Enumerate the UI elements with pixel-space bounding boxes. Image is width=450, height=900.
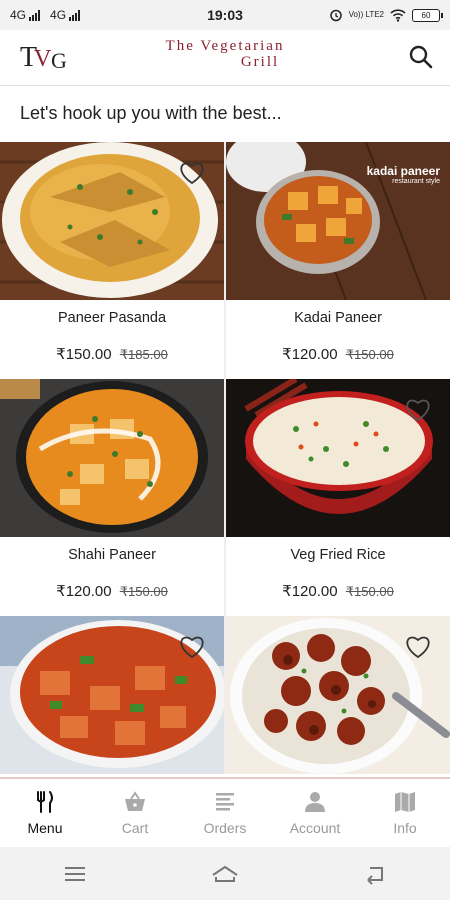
image-label: kadai paneer xyxy=(366,164,440,178)
item-price: ₹150.00 xyxy=(56,346,112,363)
item-price: ₹120.00 xyxy=(282,346,338,363)
battery-icon: 60 xyxy=(412,8,443,22)
item-prices: ₹150.00 ₹185.00 xyxy=(0,345,224,363)
map-icon xyxy=(395,792,415,812)
item-old-price: ₹185.00 xyxy=(119,347,168,362)
item-name: Kadai Paneer xyxy=(294,310,382,326)
food-image xyxy=(0,616,224,774)
clock: 19:03 xyxy=(207,7,243,23)
nav-label: Account xyxy=(289,820,341,836)
heart-icon[interactable] xyxy=(178,160,206,186)
brand-name: The Vegetarian Grill xyxy=(166,38,285,70)
home-icon[interactable] xyxy=(212,863,238,885)
search-icon[interactable] xyxy=(408,44,434,70)
food-image xyxy=(226,616,450,774)
item-old-price: ₹150.00 xyxy=(119,584,168,599)
menu-card[interactable]: Shahi Paneer ₹120.00 ₹150.00 xyxy=(0,379,224,615)
brand-line-1: The Vegetarian xyxy=(165,38,285,54)
food-image xyxy=(226,379,450,537)
logo-icon: T V G xyxy=(20,42,67,73)
item-name: Shahi Paneer xyxy=(68,547,156,563)
svg-text:V: V xyxy=(34,46,52,72)
volte-label: Vo)) LTE2 xyxy=(348,10,384,19)
item-prices: ₹120.00 ₹150.00 xyxy=(226,582,450,600)
food-image xyxy=(0,379,224,537)
network-label-2: 4G xyxy=(50,8,67,22)
item-price: ₹120.00 xyxy=(56,583,112,600)
menu-card[interactable]: Paneer Pasanda ₹150.00 ₹185.00 xyxy=(0,142,224,378)
nav-orders[interactable]: Orders xyxy=(180,779,270,847)
signal-1: 4G xyxy=(10,8,41,22)
basket-icon xyxy=(125,791,145,811)
image-sublabel: restaurant style xyxy=(392,178,440,185)
back-icon[interactable] xyxy=(362,863,388,885)
item-name: Paneer Pasanda xyxy=(57,310,167,326)
item-old-price: ₹150.00 xyxy=(345,347,394,362)
signal-bars-icon xyxy=(69,9,81,21)
signal-2: 4G xyxy=(50,8,81,22)
nav-label: Orders xyxy=(203,820,247,836)
item-price: ₹120.00 xyxy=(282,583,338,600)
menu-card[interactable]: Veg Fried Rice ₹120.00 ₹150.00 xyxy=(226,379,450,615)
alarm-icon xyxy=(329,9,342,22)
nav-menu[interactable]: Menu xyxy=(0,779,90,847)
nav-label: Info xyxy=(393,820,417,836)
section-heading: Let's hook up you with the best... xyxy=(20,103,282,123)
item-old-price: ₹150.00 xyxy=(345,584,394,599)
heart-icon[interactable] xyxy=(404,397,432,423)
nav-account[interactable]: Account xyxy=(270,779,360,847)
heart-icon[interactable] xyxy=(404,634,432,660)
system-nav-bar xyxy=(0,847,450,900)
person-icon xyxy=(305,792,325,812)
wifi-icon xyxy=(390,8,406,22)
food-image xyxy=(0,142,224,300)
heart-icon[interactable] xyxy=(178,634,206,660)
menu-card[interactable]: kadai paneer restaurant style Kadai Pane… xyxy=(226,142,450,378)
network-label-1: 4G xyxy=(10,8,27,22)
brand-line-2: Grill xyxy=(240,54,280,70)
menu-icon[interactable] xyxy=(62,863,88,885)
nav-label: Cart xyxy=(121,820,149,836)
bottom-nav: Menu Cart Orders Account Info xyxy=(0,777,450,847)
item-prices: ₹120.00 ₹150.00 xyxy=(0,582,224,600)
signal-bars-icon xyxy=(29,9,41,21)
status-bar: 4G 4G 19:03 Vo)) LTE2 60 xyxy=(0,0,450,30)
list-icon xyxy=(216,793,234,811)
cutlery-icon xyxy=(37,791,53,813)
svg-text:G: G xyxy=(51,48,67,73)
nav-cart[interactable]: Cart xyxy=(90,779,180,847)
app-logo[interactable]: T V G xyxy=(20,36,70,76)
nav-label: Menu xyxy=(27,820,63,836)
item-name: Veg Fried Rice xyxy=(290,547,386,563)
nav-info[interactable]: Info xyxy=(360,779,450,847)
item-prices: ₹120.00 ₹150.00 xyxy=(226,345,450,363)
food-image: kadai paneer restaurant style xyxy=(226,142,450,300)
app-header: T V G The Vegetarian Grill xyxy=(0,30,450,86)
battery-level: 60 xyxy=(421,10,431,20)
